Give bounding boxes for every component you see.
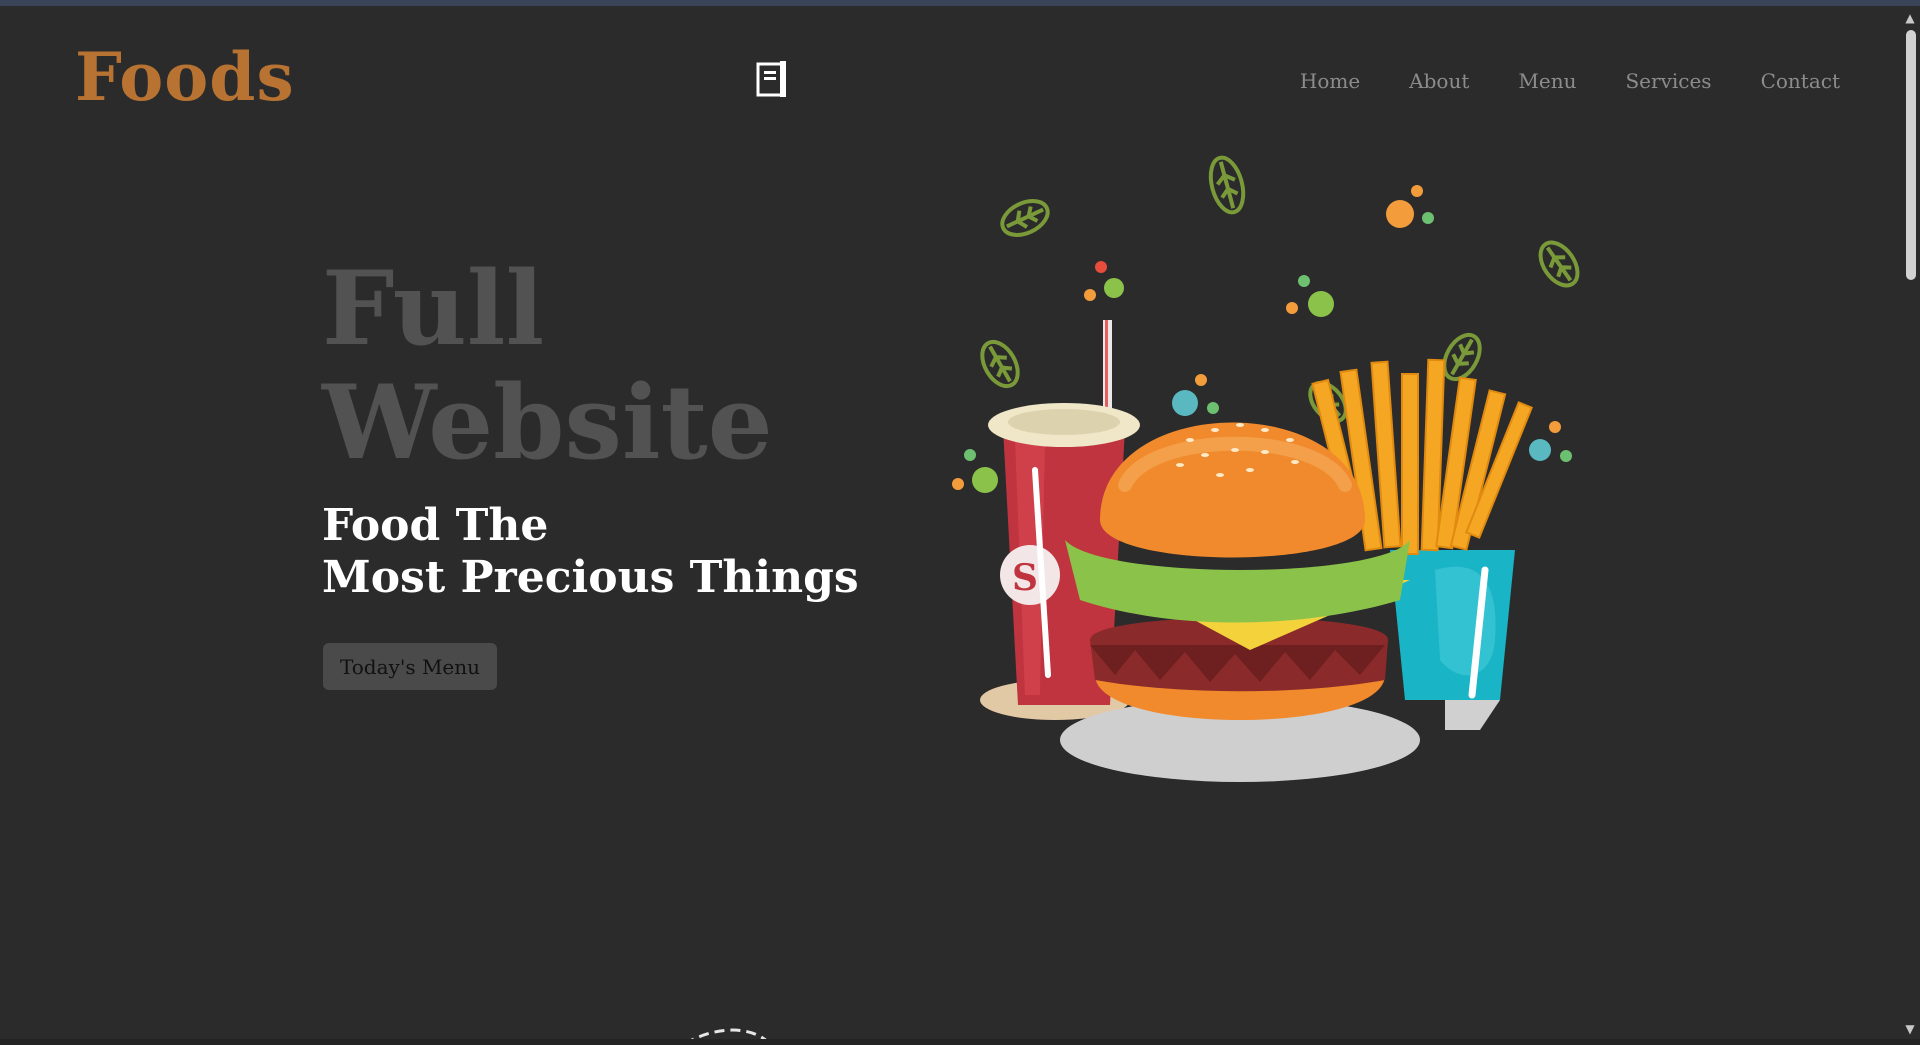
hero-title: Full Website xyxy=(322,252,862,480)
scroll-up-icon[interactable]: ▲ xyxy=(1904,12,1916,24)
hero-title-line-1: Full xyxy=(322,249,545,369)
nav-contact[interactable]: Contact xyxy=(1761,69,1840,93)
nav-home[interactable]: Home xyxy=(1300,69,1360,93)
main-nav: Home About Menu Services Contact xyxy=(1300,66,1840,96)
nav-services[interactable]: Services xyxy=(1625,69,1711,93)
hero-subtitle: Food The Most Precious Things xyxy=(322,500,862,604)
hero-subtitle-line-1: Food The xyxy=(322,500,549,551)
hero-title-line-2: Website xyxy=(322,363,773,483)
scroll-down-icon[interactable]: ▼ xyxy=(1904,1023,1916,1035)
page-scrollbar[interactable]: ▲ ▼ xyxy=(1900,6,1920,1039)
burger-meal-illustration: S xyxy=(952,155,1580,782)
scrollbar-thumb[interactable] xyxy=(1906,30,1916,280)
bottom-strip xyxy=(0,1039,1920,1045)
cup-logo-letter: S xyxy=(1012,557,1038,599)
hero-subtitle-line-2: Most Precious Things xyxy=(322,552,859,603)
browser-top-strip xyxy=(0,0,1920,6)
nav-menu[interactable]: Menu xyxy=(1518,69,1576,93)
book-icon[interactable] xyxy=(755,60,791,98)
site-logo[interactable]: Foods xyxy=(75,38,295,116)
nav-about[interactable]: About xyxy=(1409,69,1469,93)
todays-menu-button[interactable]: Today's Menu xyxy=(323,643,497,690)
